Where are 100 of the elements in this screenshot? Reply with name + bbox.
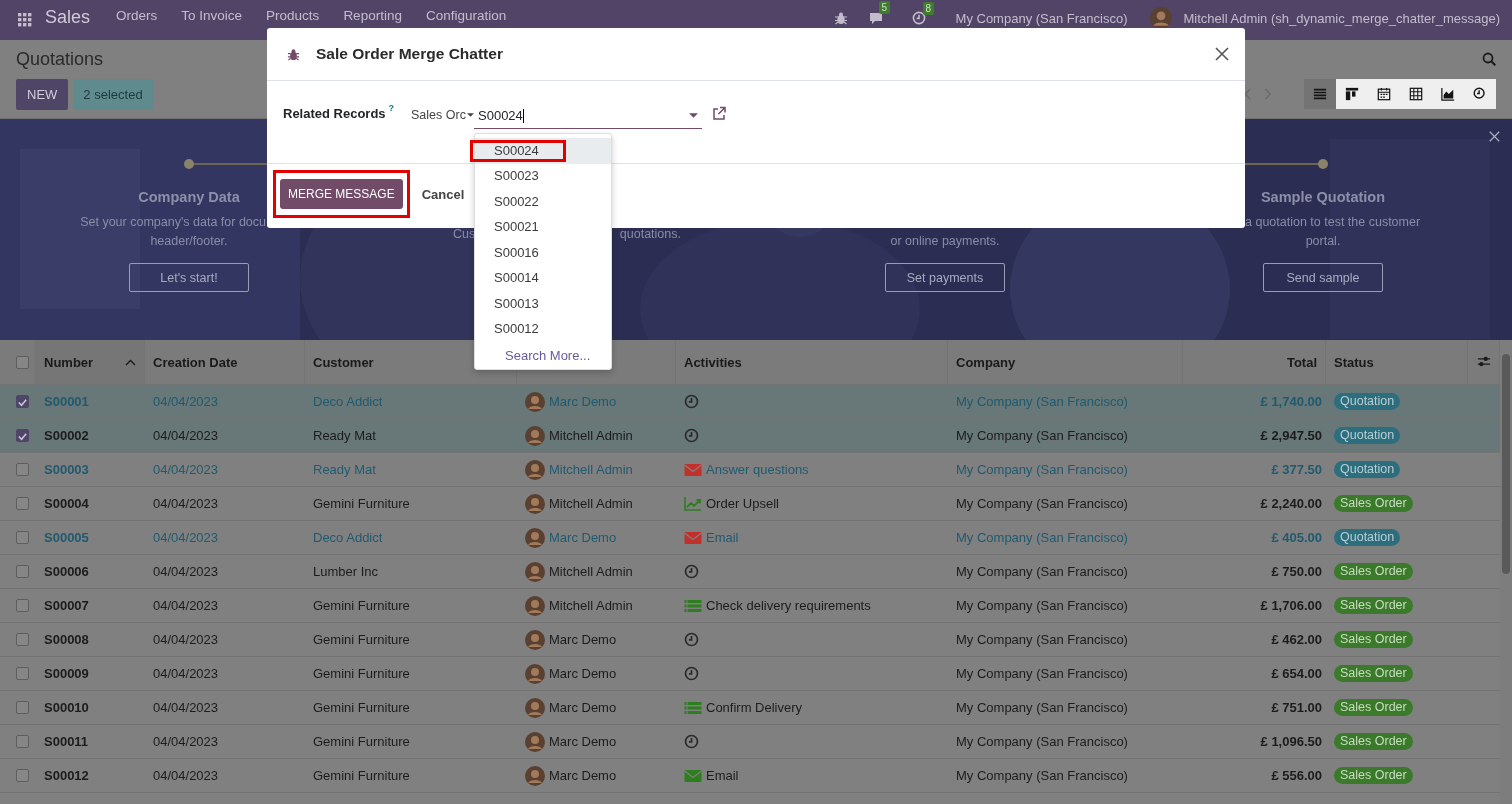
activity-label[interactable]: Order Upsell bbox=[706, 496, 779, 511]
dropdown-option[interactable]: S00014 bbox=[475, 265, 611, 291]
avatar-icon bbox=[525, 765, 545, 786]
checkbox[interactable] bbox=[16, 395, 29, 408]
clock-icon[interactable] bbox=[684, 734, 699, 749]
close-icon[interactable] bbox=[1215, 47, 1229, 61]
status-badge: Sales Order bbox=[1334, 563, 1413, 580]
avatar-icon bbox=[525, 561, 545, 582]
close-icon[interactable] bbox=[1489, 131, 1500, 142]
clock-icon[interactable] bbox=[684, 564, 699, 579]
checkbox[interactable] bbox=[16, 565, 29, 578]
avatar-icon[interactable] bbox=[1149, 7, 1172, 29]
checkbox[interactable] bbox=[16, 463, 29, 476]
table-row[interactable]: S00004 04/04/2023 Gemini Furniture Mitchell Admin Order Upsell My Company (San Francisco) £ 2,240.00 Sales Order bbox=[0, 487, 1500, 521]
company-switcher[interactable]: My Company (San Francisco) bbox=[955, 10, 1128, 26]
status-badge: Quotation bbox=[1334, 461, 1401, 478]
view-switch-button[interactable] bbox=[1304, 79, 1336, 109]
record-input-field[interactable]: S00024 bbox=[474, 103, 702, 129]
checkbox[interactable] bbox=[16, 429, 29, 442]
column-header[interactable]: Creation Date bbox=[145, 340, 305, 384]
table-row[interactable]: S00003 04/04/2023 Ready Mat Mitchell Admin Answer questions My Company (San Francisco) £ 377.50 Quotation bbox=[0, 453, 1500, 487]
help-tooltip[interactable]: ? bbox=[388, 103, 395, 121]
step-description: portal. bbox=[1305, 233, 1341, 250]
activity-label[interactable]: Check delivery requirements bbox=[706, 598, 871, 613]
user-menu[interactable]: Mitchell Admin (sh_dynamic_merge_chatter_message) bbox=[1183, 10, 1500, 26]
table-row[interactable]: S00008 04/04/2023 Gemini Furniture Marc Demo My Company (San Francisco) £ 462.00 Sales Order bbox=[0, 623, 1500, 657]
table-cell: £ 1,740.00 bbox=[1260, 394, 1322, 409]
dropdown-option[interactable]: S00012 bbox=[475, 316, 611, 342]
column-header[interactable]: Activities bbox=[676, 340, 948, 384]
checkbox[interactable] bbox=[16, 769, 29, 782]
table-row[interactable]: S00005 04/04/2023 Deco Addict Marc Demo Email My Company (San Francisco) £ 405.00 Quotation bbox=[0, 521, 1500, 555]
checkbox[interactable] bbox=[16, 497, 29, 510]
search-icon[interactable] bbox=[1482, 52, 1496, 66]
step-description: header/footer. bbox=[150, 233, 228, 250]
table-row[interactable]: S00009 04/04/2023 Gemini Furniture Marc Demo My Company (San Francisco) £ 654.00 Sales Order bbox=[0, 657, 1500, 691]
cancel-button[interactable]: Cancel bbox=[415, 185, 471, 203]
menu-item[interactable]: Configuration bbox=[425, 8, 507, 24]
column-header[interactable]: Number bbox=[36, 340, 145, 384]
step-description: a quotation to test the customer bbox=[1244, 214, 1422, 231]
table-row[interactable]: S00002 04/04/2023 Ready Mat Mitchell Admin My Company (San Francisco) £ 2,947.50 Quotation bbox=[0, 419, 1500, 453]
merge-message-button[interactable]: MERGE MESSAGE bbox=[280, 179, 403, 209]
menu-item[interactable]: To Invoice bbox=[181, 8, 243, 24]
status-badge: Quotation bbox=[1334, 529, 1401, 546]
step-button[interactable]: Send sample bbox=[1263, 263, 1383, 292]
column-header[interactable]: Total bbox=[1183, 340, 1326, 384]
checkbox[interactable] bbox=[16, 735, 29, 748]
sliders-icon[interactable] bbox=[1476, 355, 1491, 369]
table-cell: 04/04/2023 bbox=[153, 394, 219, 409]
table-cell: My Company (San Francisco) bbox=[956, 428, 1128, 443]
activity-label[interactable]: Email bbox=[706, 768, 739, 783]
checkbox[interactable] bbox=[16, 633, 29, 646]
clock-icon[interactable] bbox=[684, 428, 699, 443]
bug-icon bbox=[287, 47, 300, 61]
checkbox[interactable] bbox=[16, 599, 29, 612]
table-cell: S00012 bbox=[44, 768, 89, 783]
dropdown-option[interactable]: S00016 bbox=[475, 240, 611, 266]
bug-icon[interactable] bbox=[833, 11, 848, 25]
checkbox[interactable] bbox=[16, 355, 29, 369]
checkbox[interactable] bbox=[16, 667, 29, 680]
clock-icon[interactable] bbox=[684, 394, 699, 409]
clock-icon[interactable] bbox=[684, 632, 699, 647]
table-cell: S00007 bbox=[44, 598, 89, 613]
status-badge: Sales Order bbox=[1334, 631, 1413, 648]
checkbox[interactable] bbox=[16, 701, 29, 714]
table-row[interactable]: S00011 04/04/2023 Gemini Furniture Marc Demo My Company (San Francisco) £ 1,096.50 Sales Order bbox=[0, 725, 1500, 759]
table-row[interactable]: S00007 04/04/2023 Gemini Furniture Mitchell Admin Check delivery requirements My Company (San Francisco) £ 1,706.00 Sales Order bbox=[0, 589, 1500, 623]
table-cell: My Company (San Francisco) bbox=[956, 496, 1128, 511]
dropdown-option[interactable]: S00021 bbox=[475, 214, 611, 240]
column-header[interactable]: Status bbox=[1326, 340, 1468, 384]
menu-item[interactable]: Reporting bbox=[343, 8, 402, 24]
model-select[interactable]: Sales Orc bbox=[411, 103, 474, 122]
table-row[interactable]: S00012 04/04/2023 Gemini Furniture Marc Demo Email My Company (San Francisco) £ 556.00 Sales Order bbox=[0, 759, 1500, 793]
status-badge: Quotation bbox=[1334, 393, 1401, 410]
dropdown-option[interactable]: S00023 bbox=[475, 163, 611, 189]
view-switch-button[interactable] bbox=[1336, 79, 1368, 109]
chat-icon[interactable] bbox=[867, 10, 884, 26]
menu-item[interactable]: Products bbox=[266, 8, 320, 24]
step-button[interactable]: Set payments bbox=[885, 263, 1005, 292]
external-link-icon[interactable] bbox=[712, 106, 726, 120]
new-button[interactable]: NEW bbox=[16, 78, 69, 110]
checkbox[interactable] bbox=[16, 531, 29, 544]
step-button[interactable]: Let's start! bbox=[129, 263, 249, 292]
dropdown-option[interactable]: S00022 bbox=[475, 189, 611, 215]
table-cell: My Company (San Francisco) bbox=[956, 734, 1128, 749]
table-cell: Marc Demo bbox=[549, 632, 617, 647]
table-cell: S00002 bbox=[44, 428, 89, 443]
table-row[interactable]: S00001 04/04/2023 Deco Addict Marc Demo My Company (San Francisco) £ 1,740.00 Quotation bbox=[0, 385, 1500, 419]
clock-icon[interactable] bbox=[911, 11, 926, 25]
table-cell: 04/04/2023 bbox=[153, 598, 219, 613]
column-header[interactable]: Company bbox=[948, 340, 1183, 384]
table-cell: 04/04/2023 bbox=[153, 428, 219, 443]
menu-item[interactable]: Orders bbox=[116, 8, 158, 24]
table-row[interactable]: S00006 04/04/2023 Lumber Inc Mitchell Admin My Company (San Francisco) £ 750.00 Sales Order bbox=[0, 555, 1500, 589]
view-switch-button[interactable] bbox=[1464, 79, 1496, 109]
activity-label[interactable]: Confirm Delivery bbox=[706, 700, 803, 715]
table-row[interactable]: S00010 04/04/2023 Gemini Furniture Marc Demo Confirm Delivery My Company (San Francisco) £ 751.00 Sales Order bbox=[0, 691, 1500, 725]
chevron-left-icon[interactable] bbox=[1244, 88, 1252, 100]
apps-menu-icon[interactable] bbox=[18, 13, 32, 27]
dropdown-option[interactable]: S00013 bbox=[475, 291, 611, 317]
clock-icon[interactable] bbox=[684, 666, 699, 681]
